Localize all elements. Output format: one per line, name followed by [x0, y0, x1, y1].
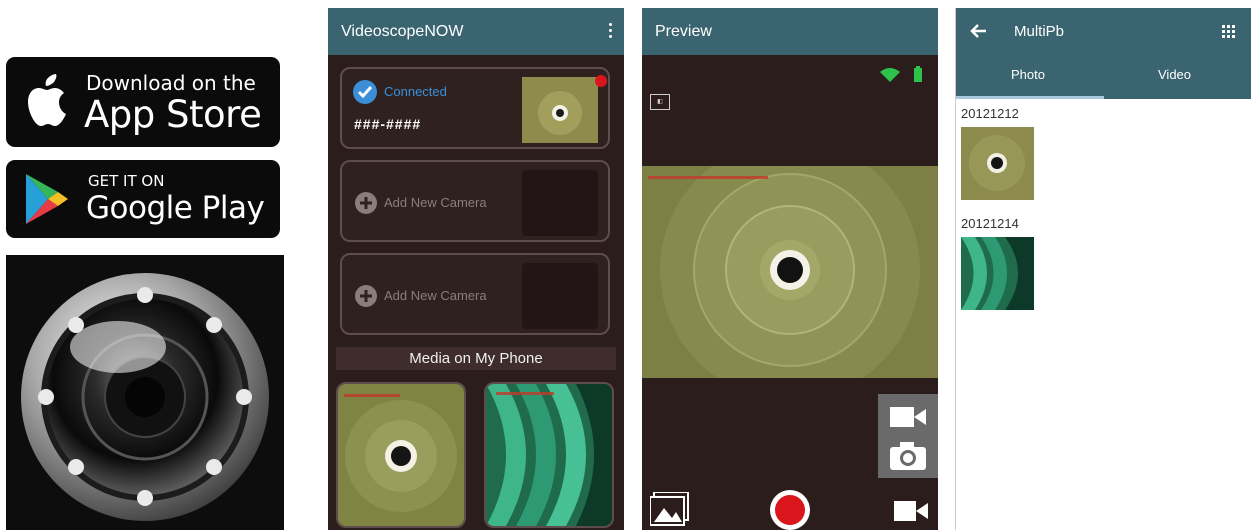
live-pipe-image	[642, 140, 938, 400]
add-camera-card-2[interactable]: Add New Camera	[340, 253, 610, 335]
media-tabs: Photo Video	[956, 55, 1251, 99]
camera-status: Connected	[384, 84, 447, 99]
camera-lens-icon	[6, 255, 284, 530]
pipe-image	[338, 384, 464, 526]
empty-thumbnail	[522, 263, 598, 329]
add-camera-label: Add New Camera	[384, 195, 487, 210]
plus-circle-icon	[355, 285, 377, 307]
apple-logo-icon	[28, 74, 66, 126]
camera-thumbnail	[522, 77, 598, 143]
pipe-image	[961, 127, 1034, 200]
grid-view-icon[interactable]	[1222, 25, 1236, 39]
active-tab-indicator	[956, 96, 1104, 99]
multipb-title: MultiPb	[1014, 23, 1065, 40]
google-play-line1: GET IT ON	[88, 172, 165, 190]
check-circle-icon	[353, 80, 377, 104]
multipb-screen: MultiPb Photo Video 20121212 20121214	[955, 8, 1251, 530]
media-thumbnail-video[interactable]	[484, 382, 614, 528]
gallery-icon[interactable]	[650, 492, 690, 526]
google-play-badge[interactable]: GET IT ON Google Play	[6, 160, 280, 238]
home-screen: VideoscopeNOW Connected ###-#### Add New…	[328, 8, 624, 530]
preview-app-bar: Preview	[642, 8, 938, 55]
camera-name: ###-####	[354, 116, 422, 132]
kebab-menu-icon[interactable]	[608, 23, 614, 41]
green-pipe-image	[486, 384, 612, 526]
record-button-icon[interactable]	[769, 489, 811, 530]
pipe-image	[522, 77, 598, 143]
app-store-badge[interactable]: Download on the App Store	[6, 57, 280, 147]
photo-mode-icon[interactable]	[890, 442, 926, 470]
photo-thumbnail[interactable]	[961, 127, 1034, 200]
group-date: 20121214	[961, 216, 1019, 231]
media-thumbnail-photo[interactable]	[336, 382, 466, 528]
plus-circle-icon	[355, 192, 377, 214]
multipb-app-bar: MultiPb	[956, 8, 1251, 55]
live-preview	[642, 140, 938, 400]
back-arrow-icon[interactable]	[970, 24, 986, 38]
home-app-bar: VideoscopeNOW	[328, 8, 624, 55]
wifi-icon	[880, 68, 900, 82]
video-mode-icon[interactable]	[890, 405, 926, 429]
media-section-header: Media on My Phone	[336, 347, 616, 370]
home-title: VideoscopeNOW	[341, 23, 464, 40]
google-play-line2: Google Play	[86, 190, 265, 226]
app-store-line1: Download on the	[86, 71, 256, 95]
add-camera-card-1[interactable]: Add New Camera	[340, 160, 610, 242]
auto-mode-icon[interactable]: ◧	[650, 94, 670, 110]
add-camera-label: Add New Camera	[384, 288, 487, 303]
record-indicator-icon	[595, 75, 607, 87]
preview-title: Preview	[655, 23, 712, 40]
app-icon	[6, 255, 284, 530]
tab-photo[interactable]: Photo	[1011, 67, 1045, 82]
app-store-line2: App Store	[84, 93, 262, 136]
video-icon[interactable]	[894, 500, 928, 522]
play-triangle-icon	[26, 174, 68, 224]
battery-icon	[914, 66, 922, 82]
empty-thumbnail	[522, 170, 598, 236]
camera-card-connected[interactable]: Connected ###-####	[340, 67, 610, 149]
photo-thumbnail[interactable]	[961, 237, 1034, 310]
tab-video[interactable]: Video	[1158, 67, 1191, 82]
preview-screen: Preview ◧	[642, 8, 938, 530]
green-pipe-image	[961, 237, 1034, 310]
group-date: 20121212	[961, 106, 1019, 121]
